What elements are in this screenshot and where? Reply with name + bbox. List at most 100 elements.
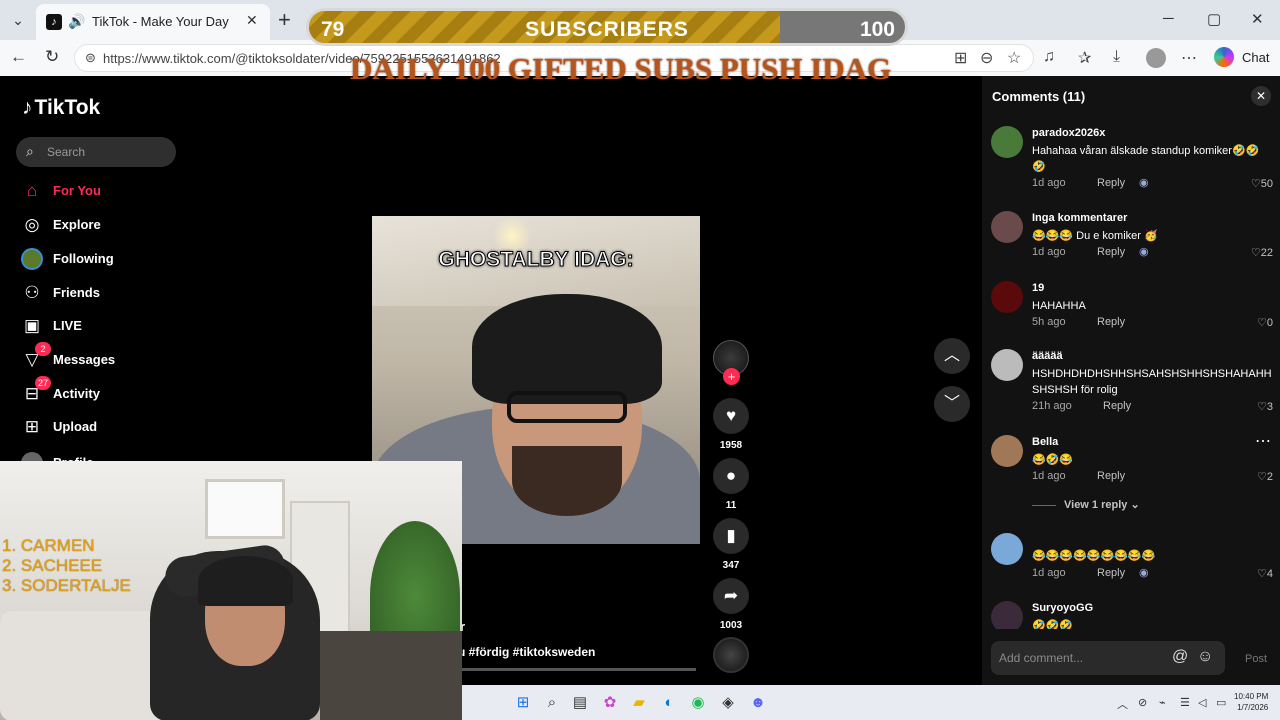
video-hashtags[interactable]: u #fördig #tiktoksweden: [458, 645, 595, 659]
nav-activity[interactable]: ⊟ 27 Activity: [21, 376, 181, 408]
discord-icon[interactable]: ☻: [748, 693, 768, 713]
copilot-chat-button[interactable]: Chat: [1212, 45, 1274, 71]
music-disc-icon[interactable]: [713, 637, 749, 673]
comment-action[interactable]: ● 11: [713, 458, 749, 511]
favorite-star-icon[interactable]: ☆: [1007, 48, 1021, 68]
close-comments-icon[interactable]: ✕: [1251, 86, 1271, 106]
commenter-avatar[interactable]: [991, 533, 1023, 565]
next-video-chevron-down-icon[interactable]: ﹀: [934, 386, 970, 422]
reply-button[interactable]: Reply: [1097, 316, 1125, 328]
taskbar-search-icon[interactable]: ⌕: [542, 693, 562, 713]
nav-friends[interactable]: ⚇ Friends: [21, 281, 181, 307]
media-control-icon[interactable]: ♫: [1043, 48, 1055, 66]
comment-username[interactable]: äääää: [1032, 350, 1063, 362]
search-icon: ⌕: [26, 143, 34, 159]
taskbar-clock[interactable]: 10:40 PM 1/7/2026: [1234, 691, 1268, 713]
reply-button[interactable]: Reply: [1103, 400, 1131, 412]
nav-live[interactable]: ▣ LIVE: [21, 314, 181, 340]
commenter-avatar[interactable]: [991, 435, 1023, 467]
comment-username[interactable]: paradox2026x: [1032, 127, 1105, 139]
commenter-avatar[interactable]: [991, 126, 1023, 158]
commenter-avatar[interactable]: [991, 281, 1023, 313]
share-arrow-icon[interactable]: ➦: [713, 578, 749, 614]
home-icon: ⌂: [26, 181, 38, 200]
speaker-icon[interactable]: 🔊: [68, 13, 85, 30]
comment-username[interactable]: SuryoyoGG: [1032, 602, 1093, 614]
comment-like-count[interactable]: ♡2: [1257, 470, 1273, 483]
add-comment-input[interactable]: [999, 649, 1159, 667]
comment-bubble-icon[interactable]: ●: [713, 458, 749, 494]
reply-button[interactable]: Reply: [1097, 246, 1125, 258]
heart-icon[interactable]: ♥: [713, 398, 749, 434]
comment-like-count[interactable]: ♡0: [1257, 316, 1273, 329]
comment-like-count[interactable]: ♡50: [1251, 177, 1273, 190]
comment-item: SuryoyoGG 🤣🤣🤣: [991, 601, 1277, 629]
comment-username[interactable]: 19: [1032, 282, 1044, 294]
tray-usb-icon[interactable]: ⌁: [1159, 696, 1166, 709]
spotify-icon[interactable]: ◉: [688, 693, 708, 713]
reply-button[interactable]: Reply: [1097, 470, 1125, 482]
comment-text: Hahahaa våran älskade standup komiker🤣🤣🤣: [1032, 145, 1260, 173]
task-view-icon[interactable]: ▤: [570, 693, 590, 713]
tab-close-icon[interactable]: ✕: [246, 12, 258, 29]
volume-icon[interactable]: ◁: [1198, 696, 1206, 709]
back-arrow-icon[interactable]: ←: [10, 47, 27, 67]
reply-button[interactable]: Reply: [1097, 567, 1125, 579]
battery-icon[interactable]: ▭: [1216, 696, 1226, 709]
refresh-icon[interactable]: ↻: [45, 47, 59, 67]
reply-button[interactable]: Reply: [1097, 177, 1125, 189]
copilot-taskbar-icon[interactable]: ✿: [600, 693, 620, 713]
site-info-icon[interactable]: ⊜: [85, 50, 96, 66]
post-button[interactable]: Post: [1245, 653, 1267, 665]
add-comment-box[interactable]: @ ☺: [991, 641, 1225, 675]
follow-plus-icon[interactable]: +: [723, 368, 740, 385]
save-action[interactable]: ▮ 347: [713, 518, 749, 571]
maximize-icon[interactable]: ▢: [1207, 10, 1221, 28]
comment-username[interactable]: Inga kommentarer: [1032, 212, 1127, 224]
previous-video-chevron-up-icon[interactable]: ︿: [934, 338, 970, 374]
tray-chevron-up-icon[interactable]: ︿: [1117, 696, 1128, 712]
window-close-icon[interactable]: ✕: [1251, 10, 1264, 28]
nav-explore[interactable]: ◎ Explore: [21, 213, 181, 239]
favorites-icon[interactable]: ✰: [1078, 48, 1091, 68]
video-progress-bar[interactable]: [460, 668, 696, 671]
tiktok-logo[interactable]: ♪TikTok: [22, 96, 100, 120]
nav-upload[interactable]: ⊞ Upload: [21, 415, 181, 441]
browser-tab[interactable]: ♪ 🔊 TikTok - Make Your Day ✕: [36, 4, 270, 40]
mention-at-icon[interactable]: @: [1172, 648, 1188, 666]
comment-like-count[interactable]: ♡3: [1257, 400, 1273, 413]
edge-browser-icon[interactable]: ◐: [659, 693, 679, 713]
downloads-icon[interactable]: ⤓: [1113, 48, 1120, 66]
commenter-avatar[interactable]: [991, 211, 1023, 243]
minimize-icon[interactable]: ─: [1163, 10, 1174, 27]
more-menu-icon[interactable]: ⋯: [1181, 48, 1197, 68]
profile-avatar-icon[interactable]: [1146, 48, 1166, 68]
comment-like-count[interactable]: ♡22: [1251, 246, 1273, 259]
windows-start-icon[interactable]: ⊞: [513, 693, 533, 713]
view-replies-button[interactable]: View 1 reply ⌄: [1032, 498, 1140, 511]
app-icon[interactable]: ◈: [718, 693, 738, 713]
comment-username[interactable]: Bella: [1032, 436, 1058, 448]
tab-list-chevron-icon[interactable]: ⌄: [6, 8, 30, 32]
tray-app-icon[interactable]: ⊘: [1138, 696, 1147, 709]
file-explorer-icon[interactable]: ▰: [629, 693, 649, 713]
nav-for-you[interactable]: ⌂ For You: [21, 179, 181, 205]
commenter-avatar[interactable]: [991, 349, 1023, 381]
new-tab-plus-icon[interactable]: +: [278, 7, 291, 33]
more-options-icon[interactable]: ⋯: [1255, 431, 1271, 451]
commenter-avatar[interactable]: [991, 601, 1023, 629]
emoji-icon[interactable]: ☺: [1197, 648, 1213, 666]
wifi-icon[interactable]: ☰: [1180, 696, 1190, 709]
like-action[interactable]: ♥ 1958: [713, 398, 749, 451]
comment-like-count[interactable]: ♡4: [1257, 567, 1273, 580]
nav-following[interactable]: Following: [21, 247, 181, 273]
share-action[interactable]: ➦ 1003: [713, 578, 749, 631]
comment-time: 1d ago: [1032, 567, 1066, 579]
bookmark-icon[interactable]: ▮: [713, 518, 749, 554]
zoom-icon[interactable]: ⊖: [980, 48, 993, 68]
nav-messages[interactable]: ▽ 2 Messages: [21, 342, 181, 374]
app-available-icon[interactable]: ⊞: [954, 48, 967, 68]
comments-panel: Comments (11) ✕ paradox2026x Hahahaa vår…: [982, 76, 1280, 685]
comment-text: 😂😂😂😂😂😂😂😂😂: [1032, 550, 1156, 562]
search-box[interactable]: ⌕ Search: [16, 137, 176, 167]
